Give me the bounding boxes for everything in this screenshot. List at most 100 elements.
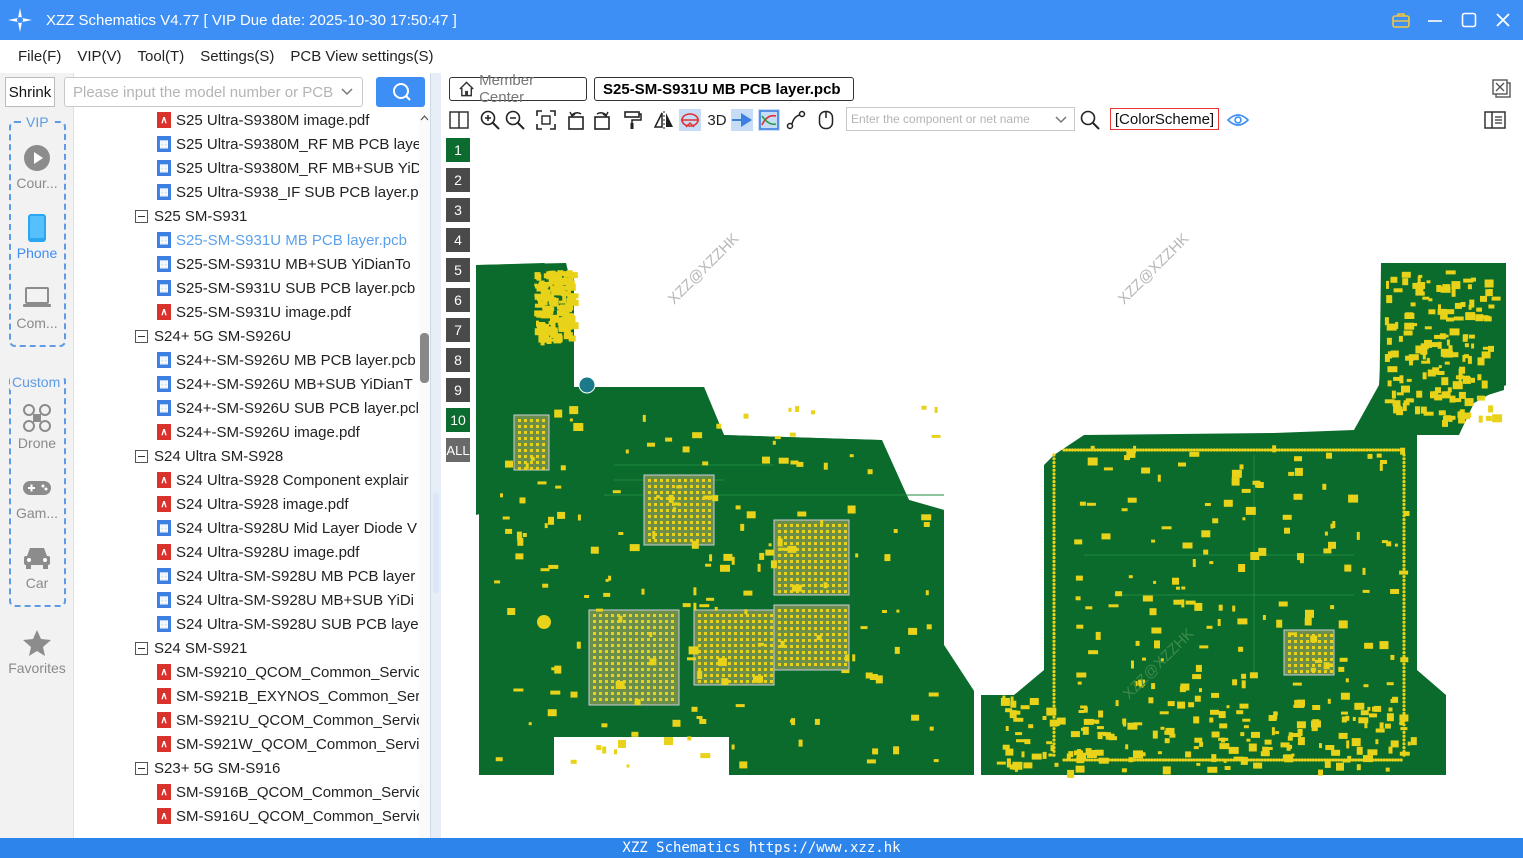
tree-file[interactable]: ▦ S24 Ultra-SM-S928U SUB PCB layer — [157, 613, 419, 635]
rail-item-favorites[interactable]: Favorites — [0, 628, 74, 676]
component-search-input[interactable]: Enter the component or net name — [846, 107, 1075, 131]
menu-tool[interactable]: Tool(T) — [130, 48, 193, 65]
tree-file[interactable]: ▦ S24+-SM-S926U SUB PCB layer.pcl — [157, 397, 419, 419]
tree-file[interactable]: ∧ SM-S916B_QCOM_Common_Servic — [157, 781, 419, 803]
collapse-icon[interactable] — [135, 209, 148, 223]
chevron-down-icon[interactable] — [340, 84, 354, 102]
tree-file[interactable]: ∧ SM-S921W_QCOM_Common_Servi — [157, 733, 419, 755]
tree-file[interactable]: ▦ S25-SM-S931U SUB PCB layer.pcb — [157, 277, 415, 299]
layer-button-10[interactable]: 10 — [446, 408, 470, 432]
pcb-viewport[interactable]: XZZ@XZZHK XZZ@XZZHK XZZ@XZZHK — [474, 135, 1523, 838]
side-panel-icon[interactable] — [1484, 109, 1506, 131]
rail-item-phone[interactable]: Phone — [0, 213, 74, 261]
search-button[interactable] — [376, 77, 425, 107]
tree-scrollbar[interactable] — [419, 108, 430, 838]
model-search-input[interactable]: Please input the model number or PCB — [64, 77, 363, 107]
color-scheme-button[interactable]: [ColorScheme] — [1110, 108, 1219, 130]
scrollbar-thumb[interactable] — [420, 333, 429, 383]
tab-pcb-file[interactable]: S25-SM-S931U MB PCB layer.pcb — [594, 77, 854, 101]
via — [1195, 448, 1199, 452]
panel-splitter[interactable] — [430, 73, 441, 838]
tree-folder[interactable]: S24+ 5G SM-S926U — [135, 325, 291, 347]
rail-item-car[interactable]: Car — [0, 543, 74, 591]
tree-file[interactable]: ▦ S24+-SM-S926U MB PCB layer.pcb — [157, 349, 416, 371]
tree-folder[interactable]: S23+ 5G SM-S916 — [135, 757, 280, 779]
tree-file[interactable]: ▦ S25-SM-S931U MB PCB layer.pcb — [157, 229, 407, 251]
select-pointer-icon[interactable] — [731, 109, 753, 131]
menu-settings[interactable]: Settings(S) — [192, 48, 282, 65]
close-tabs-icon[interactable] — [1492, 79, 1512, 99]
tree-folder[interactable]: S24 SM-S921 — [135, 637, 247, 659]
tree-file[interactable]: ▦ S24 Ultra-SM-S928U MB PCB layer — [157, 565, 415, 587]
rail-item-courses[interactable]: Cour... — [0, 143, 74, 191]
tree-file[interactable]: ∧ SM-S916U_QCOM_Common_Servic — [157, 805, 419, 827]
tree-file[interactable]: ∧ SM-S921U_QCOM_Common_Servic — [157, 709, 419, 731]
collapse-icon[interactable] — [135, 329, 148, 343]
tree-file[interactable]: ▦ S25 Ultra-S9380M_RF MB+SUB YiD — [157, 157, 419, 179]
net-highlight-icon[interactable] — [758, 109, 780, 131]
tree-file[interactable]: ▦ S24+-SM-S926U MB+SUB YiDianT — [157, 373, 413, 395]
collapse-icon[interactable] — [135, 641, 148, 655]
layer-button-7[interactable]: 7 — [446, 318, 470, 342]
tree-file[interactable]: ▦ S24 Ultra-SM-S928U MB+SUB YiDi — [157, 589, 414, 611]
split-view-icon[interactable] — [448, 109, 470, 131]
tree-file[interactable]: ∧ SM-S921B_EXYNOS_Common_Serv — [157, 685, 419, 707]
scroll-up-icon[interactable] — [420, 114, 429, 123]
minimize-button[interactable] — [1425, 10, 1445, 30]
layer-button-all[interactable]: ALL — [446, 438, 470, 462]
tree-file[interactable]: ∧ S25 Ultra-S9380M image.pdf — [157, 109, 369, 131]
layer-button-4[interactable]: 4 — [446, 228, 470, 252]
tab-member-center[interactable]: Member Center — [449, 72, 587, 106]
flip-board-icon[interactable] — [679, 109, 701, 131]
layer-button-8[interactable]: 8 — [446, 348, 470, 372]
ic-chip[interactable] — [773, 604, 850, 671]
menu-file[interactable]: File(F) — [10, 48, 69, 65]
layer-button-5[interactable]: 5 — [446, 258, 470, 282]
tree-file[interactable]: ∧ S24+-SM-S926U image.pdf — [157, 421, 360, 443]
rotate-right-icon[interactable] — [591, 109, 613, 131]
fit-view-icon[interactable] — [535, 109, 557, 131]
tree-file[interactable]: ▦ S24 Ultra-S928U Mid Layer Diode V — [157, 517, 417, 539]
tree-file[interactable]: ∧ S24 Ultra-S928 Component explair — [157, 469, 409, 491]
zoom-in-icon[interactable] — [479, 109, 501, 131]
component-pad — [1323, 548, 1332, 554]
layer-button-9[interactable]: 9 — [446, 378, 470, 402]
chevron-down-icon[interactable] — [1054, 112, 1068, 129]
mouse-icon[interactable] — [815, 109, 837, 131]
mirror-icon[interactable] — [653, 109, 675, 131]
menu-vip[interactable]: VIP(V) — [69, 48, 129, 65]
via — [1062, 758, 1066, 762]
collapse-icon[interactable] — [135, 449, 148, 463]
zoom-out-icon[interactable] — [504, 109, 526, 131]
layer-button-1[interactable]: 1 — [446, 138, 470, 162]
tree-file[interactable]: ∧ S25-SM-S931U image.pdf — [157, 301, 351, 323]
tree-file[interactable]: ▦ S25-SM-S931U MB+SUB YiDianTo — [157, 253, 411, 275]
rail-item-drone[interactable]: Drone — [0, 403, 74, 451]
tree-folder[interactable]: S25 SM-S931 — [135, 205, 247, 227]
eye-icon[interactable] — [1227, 109, 1249, 131]
close-button[interactable] — [1493, 10, 1513, 30]
briefcase-icon[interactable] — [1391, 10, 1411, 30]
rail-item-games[interactable]: Gam... — [0, 473, 74, 521]
layer-button-2[interactable]: 2 — [446, 168, 470, 192]
tree-file[interactable]: ▦ S25 Ultra-S9380M_RF MB PCB laye — [157, 133, 419, 155]
maximize-button[interactable] — [1459, 10, 1479, 30]
pcb-board-canvas[interactable]: XZZ@XZZHK XZZ@XZZHK XZZ@XZZHK — [474, 135, 1523, 838]
layer-button-3[interactable]: 3 — [446, 198, 470, 222]
menu-pcb-view-settings[interactable]: PCB View settings(S) — [282, 48, 441, 65]
bga-pad — [665, 674, 668, 677]
rail-item-computer[interactable]: Com... — [0, 283, 74, 331]
rotate-left-icon[interactable] — [565, 109, 587, 131]
tree-file[interactable]: ∧ SM-S9210_QCOM_Common_Servic — [157, 661, 419, 683]
view-3d-button[interactable]: 3D — [705, 109, 729, 131]
paint-roller-icon[interactable] — [622, 109, 644, 131]
search-icon[interactable] — [1079, 109, 1101, 131]
tree-file[interactable]: ∧ S24 Ultra-S928U image.pdf — [157, 541, 359, 563]
tree-file[interactable]: ∧ S24 Ultra-S928 image.pdf — [157, 493, 349, 515]
measure-icon[interactable] — [785, 109, 807, 131]
collapse-icon[interactable] — [135, 761, 148, 775]
shrink-button[interactable]: Shrink — [5, 77, 55, 107]
tree-folder[interactable]: S24 Ultra SM-S928 — [135, 445, 283, 467]
tree-file[interactable]: ▦ S25 Ultra-S938_IF SUB PCB layer.pc — [157, 181, 419, 203]
layer-button-6[interactable]: 6 — [446, 288, 470, 312]
